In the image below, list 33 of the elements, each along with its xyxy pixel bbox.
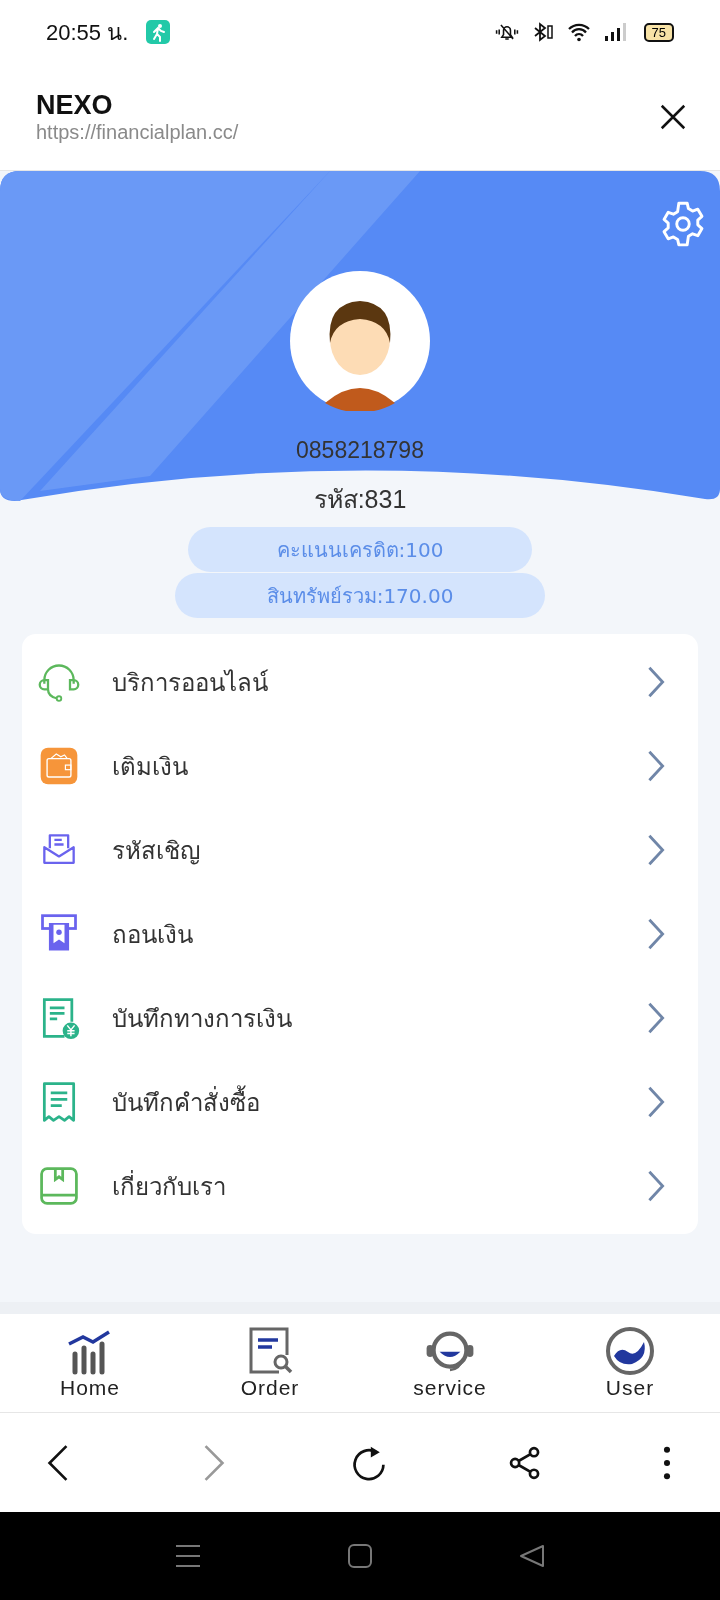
- chevron-right-icon: [646, 665, 666, 699]
- tab-item[interactable]: User: [570, 1326, 690, 1400]
- status-time: 20:55 น.: [46, 18, 129, 47]
- running-figure-icon: [146, 20, 171, 44]
- home-icon[interactable]: [347, 1543, 373, 1569]
- tab-item[interactable]: Order: [210, 1326, 330, 1400]
- chevron-right-icon: [646, 1169, 666, 1203]
- user-circle-icon: [604, 1326, 656, 1376]
- menu-item[interactable]: เกี่ยวกับเรา: [22, 1144, 698, 1228]
- menu-item[interactable]: ถอนเงิน: [22, 892, 698, 976]
- credit-score: คะแนนเครดิต:100: [188, 527, 532, 572]
- phone-number: 0858218798: [296, 437, 424, 464]
- total-assets: สินทรัพย์รวม:170.00: [175, 573, 545, 618]
- menu-item[interactable]: เติมเงิน: [22, 724, 698, 808]
- tab-item[interactable]: service: [390, 1326, 510, 1400]
- book-icon: [37, 1164, 81, 1208]
- battery-indicator: 75: [643, 22, 674, 42]
- back-triangle-icon[interactable]: [519, 1543, 545, 1569]
- menu-item[interactable]: บริการออนไลน์: [22, 640, 698, 724]
- chevron-right-icon: [646, 1001, 666, 1035]
- user-code: รหัส:831: [313, 484, 407, 515]
- close-icon[interactable]: [658, 102, 688, 132]
- chevron-right-icon: [646, 749, 666, 783]
- chevron-right-icon: [646, 1085, 666, 1119]
- menu-item[interactable]: บันทึกคำสั่งซื้อ: [22, 1060, 698, 1144]
- chevron-right-icon: [646, 833, 666, 867]
- tab-item[interactable]: Home: [30, 1326, 150, 1400]
- site-url: https://financialplan.cc/: [36, 121, 240, 144]
- menu-item[interactable]: รหัสเชิญ: [22, 808, 698, 892]
- chevron-right-icon: [646, 917, 666, 951]
- site-title: NEXO: [36, 90, 114, 121]
- menu-icon[interactable]: [175, 1543, 201, 1569]
- menu-item[interactable]: บันทึกทางการเงิน: [22, 976, 698, 1060]
